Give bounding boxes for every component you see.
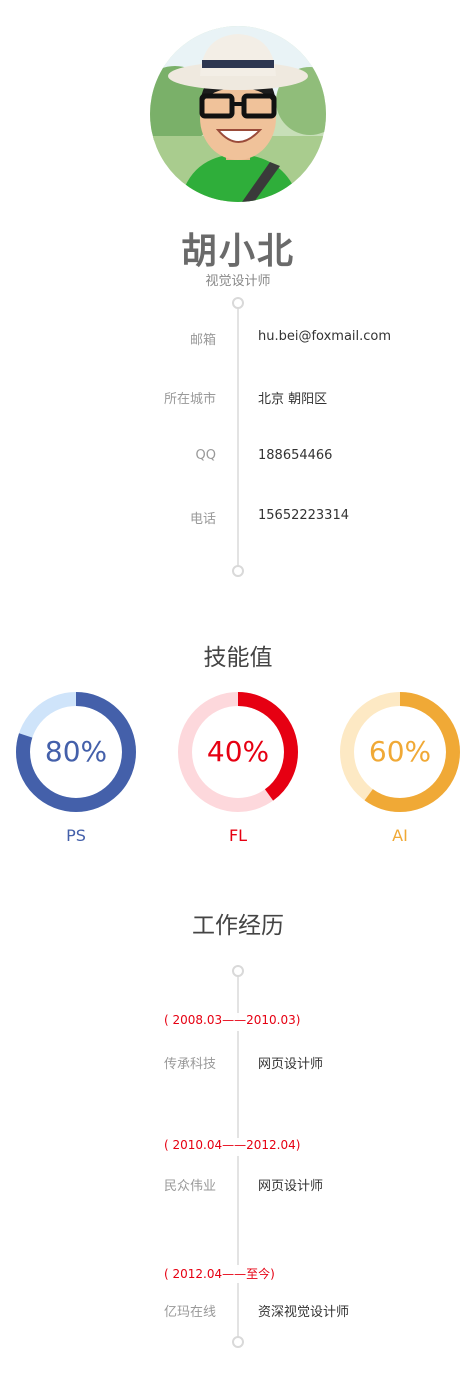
email-value[interactable]: hu.bei@foxmail.com [258,329,391,344]
skill-ai: 60% AI [338,690,462,845]
experience-period: ( 2012.04——至今) [160,1265,279,1283]
skill-name: PS [66,826,86,845]
timeline-node [232,965,244,977]
phone-label: 电话 [189,512,216,527]
skill-name: FL [228,826,248,845]
profile-name: 胡小北 [180,231,295,272]
profile-role: 视觉设计师 [205,274,271,289]
experience-title: 工作经历 [192,913,284,939]
skills-title: 技能值 [203,645,273,671]
timeline-node [232,297,244,309]
skill-name: AI [392,826,408,845]
qq-value: 188654466 [258,448,333,463]
email-label: 邮箱 [189,333,216,348]
experience-row: 传承科技 网页设计师 [0,1053,476,1073]
skill-percent: 80% [44,735,108,768]
contact-row-email: 邮箱 hu.bei@foxmail.com [0,329,476,349]
experience-period: ( 2010.04——2012.04) [160,1138,305,1156]
company-name: 亿玛在线 [163,1305,216,1320]
avatar [150,26,326,202]
skill-ps: 80% PS [14,690,138,845]
profile-photo [150,26,326,202]
job-position: 网页设计师 [258,1179,324,1194]
skill-percent: 60% [368,735,432,768]
qq-label: QQ [195,448,216,463]
contact-row-phone: 电话 15652223314 [0,508,476,528]
company-name: 民众伟业 [163,1179,216,1194]
timeline-node [232,1336,244,1348]
contact-row-city: 所在城市 北京 朝阳区 [0,388,476,408]
timeline-node [232,565,244,577]
job-position: 资深视觉设计师 [258,1305,350,1320]
city-value: 北京 朝阳区 [258,392,328,407]
company-name: 传承科技 [163,1057,216,1072]
city-label: 所在城市 [163,392,216,407]
skill-percent: 40% [206,735,270,768]
skill-fl: 40% FL [176,690,300,845]
experience-row: 民众伟业 网页设计师 [0,1175,476,1195]
experience-row: 亿玛在线 资深视觉设计师 [0,1301,476,1321]
job-position: 网页设计师 [258,1057,324,1072]
phone-value[interactable]: 15652223314 [258,508,349,523]
experience-period: ( 2008.03——2010.03) [160,1013,305,1031]
contact-row-qq: QQ 188654466 [0,448,476,468]
